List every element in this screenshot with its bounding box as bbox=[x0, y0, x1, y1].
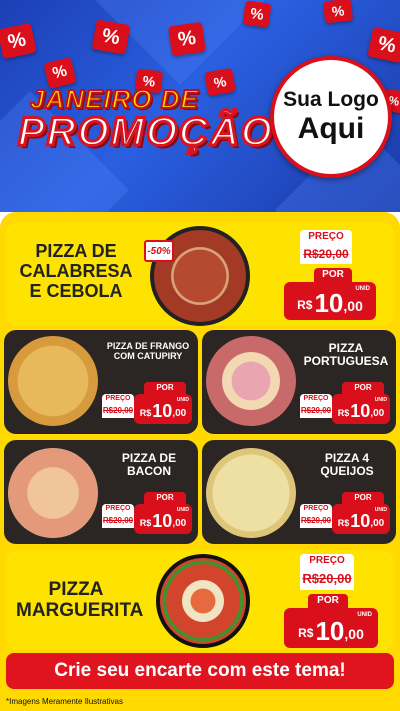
pizza-image bbox=[8, 448, 98, 538]
percent-tag-icon: % bbox=[322, 0, 354, 24]
old-price: R$20,00 bbox=[102, 514, 134, 528]
percent-tag-icon: % bbox=[0, 22, 37, 60]
unid-label: UNID bbox=[374, 507, 387, 513]
preco-label: PREÇO bbox=[102, 394, 134, 404]
price-integer: 10 bbox=[350, 401, 371, 421]
discount-badge: -50% bbox=[144, 240, 174, 262]
price-cents: ,00 bbox=[344, 626, 364, 642]
product-card-bacon: PIZZA DE BACON POR PREÇO R$20,00 R$ 10 ,… bbox=[4, 440, 198, 544]
price-cents: ,00 bbox=[172, 518, 187, 529]
old-price: R$20,00 bbox=[300, 514, 332, 528]
new-price: R$ 10 ,00 UNID bbox=[284, 282, 376, 320]
product-name-line: E CEBOLA bbox=[29, 280, 123, 301]
price-cents: ,00 bbox=[343, 298, 363, 314]
currency-label: R$ bbox=[337, 408, 350, 418]
por-label: POR bbox=[342, 382, 384, 394]
price-box: PREÇO R$20,00 POR R$ 10 ,00 UNID bbox=[284, 230, 384, 322]
percent-tag-icon: % bbox=[367, 26, 400, 64]
percent-tag-icon: % bbox=[242, 0, 272, 28]
new-price: R$ 10 ,00 UNID bbox=[284, 608, 378, 648]
old-price: R$20,00 bbox=[300, 568, 354, 590]
product-card-calabresa: PIZZA DE CALABRESA E CEBOLA -50% PREÇO R… bbox=[6, 222, 394, 326]
por-label: POR bbox=[308, 594, 348, 608]
product-name-line: MARGUERITA bbox=[16, 599, 144, 621]
currency-label: R$ bbox=[139, 408, 152, 418]
currency-label: R$ bbox=[297, 298, 313, 312]
logo-text-line2: Aqui bbox=[297, 112, 365, 145]
price-box: PREÇO R$20,00 POR R$ 10 ,00 UNID bbox=[284, 554, 384, 648]
old-price: R$20,00 bbox=[300, 244, 352, 264]
price-cents: ,00 bbox=[172, 408, 187, 419]
product-name: PIZZA DE FRANGO COM CATUPIRY bbox=[100, 341, 196, 362]
product-name-line: QUEIJOS bbox=[320, 464, 374, 479]
price-box: POR PREÇO R$20,00 R$ 10 ,00 UNID bbox=[100, 490, 194, 540]
product-card-frango: PIZZA DE FRANGO COM CATUPIRY POR PREÇO R… bbox=[4, 330, 198, 434]
new-price: R$ 10 ,00 UNID bbox=[332, 394, 390, 424]
pizza-image bbox=[8, 336, 98, 426]
promo-title: JANEIRO DE PROMOÇÃO bbox=[17, 83, 274, 174]
product-card-4-queijos: PIZZA 4 QUEIJOS POR PREÇO R$20,00 R$ 10 … bbox=[202, 440, 396, 544]
new-price: R$ 10 ,00 UNID bbox=[134, 504, 192, 534]
pizza-image bbox=[206, 448, 296, 538]
preco-label: PREÇO bbox=[102, 504, 134, 514]
percent-tag-icon: % bbox=[168, 21, 206, 57]
price-box: POR PREÇO R$20,00 R$ 10 ,00 UNID bbox=[298, 490, 392, 540]
currency-label: R$ bbox=[298, 626, 314, 640]
price-integer: 10 bbox=[314, 288, 344, 318]
currency-label: R$ bbox=[139, 518, 152, 528]
unid-label: UNID bbox=[176, 397, 189, 403]
percent-tag-icon: % bbox=[91, 19, 131, 55]
logo-text-line1: Sua Logo bbox=[283, 88, 379, 111]
preco-label: PREÇO bbox=[300, 230, 352, 244]
price-cents: ,00 bbox=[370, 408, 385, 419]
price-integer: 10 bbox=[315, 616, 345, 646]
product-card-portuguesa: PIZZA PORTUGUESA POR PREÇO R$20,00 R$ 10… bbox=[202, 330, 396, 434]
product-card-marguerita: PIZZA MARGUERITA PREÇO R$20,00 POR R$ 10… bbox=[6, 550, 394, 650]
promo-title-line2: PROMOÇÃO bbox=[17, 109, 274, 156]
product-name: PIZZA PORTUGUESA bbox=[298, 341, 394, 369]
logo-placeholder: Sua Logo Aqui bbox=[270, 56, 392, 178]
preco-label: PREÇO bbox=[300, 504, 332, 514]
por-label: POR bbox=[144, 382, 186, 394]
product-name-line: CALABRESA bbox=[19, 260, 133, 281]
old-price: R$20,00 bbox=[300, 404, 332, 418]
por-label: POR bbox=[144, 492, 186, 504]
new-price: R$ 10 ,00 UNID bbox=[332, 504, 390, 534]
unid-label: UNID bbox=[355, 286, 370, 292]
price-box: POR PREÇO R$20,00 R$ 10 ,00 UNID bbox=[100, 380, 194, 430]
old-price: R$20,00 bbox=[102, 404, 134, 418]
currency-label: R$ bbox=[337, 518, 350, 528]
product-name-line: BACON bbox=[127, 464, 171, 479]
pizza-image bbox=[156, 554, 250, 648]
price-integer: 10 bbox=[152, 511, 173, 531]
price-box: POR PREÇO R$20,00 R$ 10 ,00 UNID bbox=[298, 380, 392, 430]
product-name: PIZZA MARGUERITA bbox=[16, 579, 144, 622]
unid-label: UNID bbox=[357, 612, 372, 618]
product-name: PIZZA 4 QUEIJOS bbox=[302, 451, 392, 479]
cta-banner: Crie seu encarte com este tema! bbox=[6, 653, 394, 689]
product-name-line: PIZZA DE bbox=[35, 241, 117, 261]
preco-label: PREÇO bbox=[300, 394, 332, 404]
product-name: PIZZA DE CALABRESA E CEBOLA bbox=[16, 241, 136, 301]
preco-label: PREÇO bbox=[300, 554, 354, 568]
product-name-line: COM CATUPIRY bbox=[113, 350, 183, 361]
header-banner: % % % % % % % % % % JANEIRO DE PROMOÇÃO … bbox=[0, 0, 400, 212]
product-name-line: PIZZA bbox=[48, 579, 104, 600]
price-integer: 10 bbox=[152, 401, 173, 421]
por-label: POR bbox=[314, 268, 352, 282]
por-label: POR bbox=[342, 492, 384, 504]
unid-label: UNID bbox=[374, 397, 387, 403]
product-name: PIZZA DE BACON bbox=[104, 451, 194, 479]
product-name-line: PORTUGUESA bbox=[303, 354, 389, 369]
price-cents: ,00 bbox=[370, 518, 385, 529]
new-price: R$ 10 ,00 UNID bbox=[134, 394, 192, 424]
pizza-image bbox=[206, 336, 296, 426]
price-integer: 10 bbox=[350, 511, 371, 531]
disclaimer-text: *Imagens Meramente Ilustrativas bbox=[6, 697, 123, 706]
unid-label: UNID bbox=[176, 507, 189, 513]
product-area: PIZZA DE CALABRESA E CEBOLA -50% PREÇO R… bbox=[0, 212, 400, 711]
